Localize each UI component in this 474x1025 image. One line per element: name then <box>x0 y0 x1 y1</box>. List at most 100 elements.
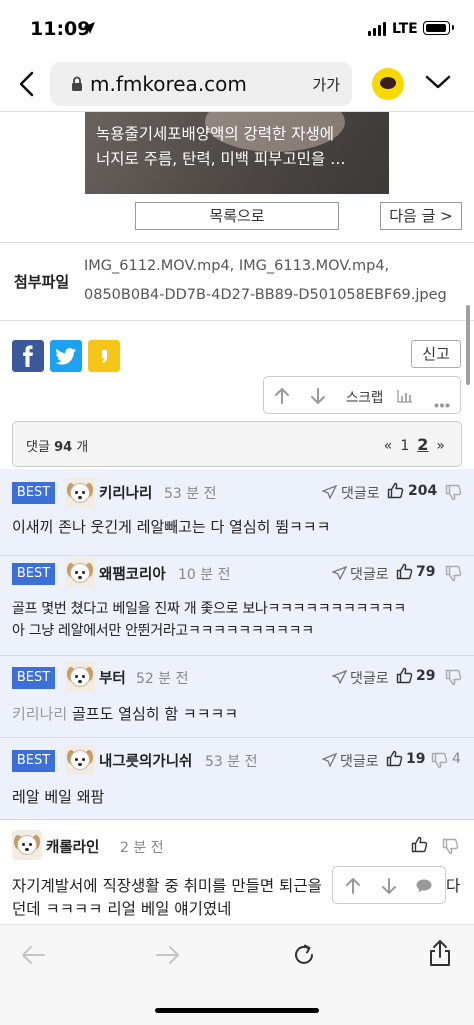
comment-text-tail: 다 <box>446 877 461 895</box>
kakao-talk-icon[interactable] <box>372 68 404 100</box>
best-comment: BEST 왜팸코리아 10 분 전 댓글로 79 골프 몇번 쳤다고 베일을 진… <box>0 556 474 656</box>
thumbs-down-icon[interactable] <box>442 838 459 859</box>
avatar[interactable] <box>65 478 95 508</box>
comment-author[interactable]: 내그릇의가니쉬 <box>99 750 192 771</box>
comment-time: 53 분 전 <box>164 486 217 502</box>
reply-button[interactable]: 댓글로 <box>340 751 379 771</box>
comment-text: 자기계발서에 직장생활 중 취미를 만들면 퇴근을 <box>12 877 322 895</box>
list-button[interactable]: 목록으로 <box>135 202 339 230</box>
report-button[interactable]: 신고 <box>411 340 461 368</box>
thumbs-up-icon[interactable] <box>411 836 428 857</box>
network-label: LTE <box>392 21 418 37</box>
attachment-files-line-1[interactable]: IMG_6112.MOV.mp4, IMG_6113.MOV.mp4, <box>84 258 389 274</box>
comment-time: 53 분 전 <box>205 754 258 770</box>
best-comment: BEST 부터 52 분 전 댓글로 29 키리나리 골프도 열심히 함 ㅋㅋㅋ… <box>0 656 474 738</box>
best-badge: BEST <box>12 667 55 689</box>
best-badge: BEST <box>12 750 55 772</box>
comments-header: 댓글 94 개 « 1 2 » <box>12 421 462 467</box>
floating-vote-widget <box>332 866 446 904</box>
facebook-share-button[interactable] <box>12 340 44 372</box>
chevron-down-icon[interactable] <box>424 72 452 96</box>
post-action-bar: 스크랩 <box>263 376 461 414</box>
avatar[interactable] <box>65 558 95 588</box>
signal-icon <box>368 22 386 36</box>
avatar[interactable] <box>65 662 95 692</box>
stats-chart-icon[interactable] <box>396 388 414 408</box>
reply-button[interactable]: 댓글로 <box>350 668 389 688</box>
comment-text-line-2: 던데 ㅋㅋㅋㅋ 리얼 베일 얘기였네 <box>12 900 232 918</box>
location-arrow-icon <box>82 20 96 39</box>
back-chevron-icon[interactable] <box>16 70 40 98</box>
comment-author[interactable]: 키리나리 <box>99 482 152 503</box>
share-icon[interactable] <box>427 939 453 971</box>
comment-author[interactable]: 캐롤라인 <box>46 836 99 857</box>
thumbs-down-icon[interactable] <box>445 565 462 586</box>
banner-text: 녹용줄기세포배양액의 강력한 자생에 너지로 주름, 탄력, 미백 피부고민을 … <box>96 122 382 172</box>
like-count: 19 <box>406 751 426 767</box>
scrollbar[interactable] <box>466 305 470 385</box>
address-bar[interactable]: m.fmkorea.com 가가 <box>50 62 352 106</box>
up-arrow-icon[interactable] <box>345 877 361 899</box>
comment-time: 10 분 전 <box>178 567 231 583</box>
reply-button[interactable]: 댓글로 <box>341 483 380 503</box>
thumbs-up-icon[interactable] <box>396 563 413 584</box>
next-post-button[interactable]: 다음 글 > <box>380 202 462 230</box>
best-badge: BEST <box>12 482 55 504</box>
pager-next[interactable]: » <box>436 438 445 454</box>
reply-arrow-icon <box>321 752 338 771</box>
pager-page-2[interactable]: 2 <box>417 435 428 454</box>
comment-time: 2 분 전 <box>120 840 164 856</box>
reply-arrow-icon <box>321 484 338 503</box>
thumbs-down-icon[interactable] <box>445 484 462 505</box>
comment-author[interactable]: 부터 <box>99 667 126 688</box>
comment-text: 레알 베일 왜팜 <box>12 788 105 806</box>
comment-text-line-2: 아 그냥 레알에서만 안뛴거라고ㅋㅋㅋㅋㅋㅋㅋㅋㅋㅋ <box>12 623 314 639</box>
pager-prev[interactable]: « <box>384 438 393 454</box>
url-text: m.fmkorea.com <box>90 72 247 96</box>
comment-count-number: 94 <box>54 440 73 455</box>
thumbs-up-icon[interactable] <box>387 482 404 503</box>
like-count: 204 <box>408 483 438 499</box>
comment-pager: « 1 2 » <box>384 435 445 454</box>
thumbs-up-icon[interactable] <box>396 667 413 688</box>
attachments-label: 첨부파일 <box>14 273 70 291</box>
thumbs-down-icon[interactable] <box>445 669 462 690</box>
down-arrow-icon[interactable] <box>381 877 397 899</box>
thumbs-up-icon[interactable] <box>386 750 403 771</box>
lock-icon <box>71 76 83 96</box>
reply-arrow-icon <box>331 565 348 584</box>
comment-body: 골프도 열심히 함 ㅋㅋㅋㅋ <box>71 705 239 723</box>
kakao-story-icon <box>102 350 107 363</box>
comment-author[interactable]: 왜팸코리아 <box>99 563 166 584</box>
forward-arrow-icon[interactable] <box>155 944 181 970</box>
twitter-share-button[interactable] <box>50 340 82 372</box>
kakao-share-button[interactable] <box>88 340 120 372</box>
attachment-files-line-2[interactable]: 0850B0B4-DD7B-4D27-BB89-D501058EBF69.jpe… <box>84 287 447 303</box>
dislike-count: 4 <box>452 751 461 767</box>
best-comment: BEST 내그릇의가니쉬 53 분 전 댓글로 19 4 레알 베일 왜팜 <box>0 738 474 820</box>
text-size-button[interactable]: 가가 <box>312 74 340 95</box>
comment-text: 이새끼 존나 웃긴게 레알빼고는 다 열심히 뜀ㅋㅋㅋ <box>12 518 331 536</box>
thumbs-down-icon[interactable] <box>431 752 448 773</box>
reload-icon[interactable] <box>291 942 317 972</box>
back-arrow-icon[interactable] <box>20 944 46 970</box>
browser-toolbar: m.fmkorea.com 가가 <box>0 56 474 112</box>
comment-count: 댓글 94 개 <box>26 440 89 455</box>
divider <box>0 320 474 321</box>
upvote-arrow-icon[interactable] <box>274 387 290 409</box>
more-dots-icon[interactable] <box>434 393 450 412</box>
avatar[interactable] <box>65 745 95 775</box>
reply-arrow-icon <box>331 669 348 688</box>
ad-banner[interactable]: 녹용줄기세포배양액의 강력한 자생에 너지로 주름, 탄력, 미백 피부고민을 … <box>85 112 389 194</box>
comment-bubble-icon[interactable] <box>415 878 433 898</box>
reply-button[interactable]: 댓글로 <box>350 564 389 584</box>
banner-line-2: 너지로 주름, 탄력, 미백 피부고민을 … <box>96 150 346 168</box>
downvote-arrow-icon[interactable] <box>310 387 326 409</box>
facebook-icon <box>23 345 33 367</box>
mention-link[interactable]: 키리나리 <box>12 705 67 723</box>
avatar[interactable] <box>12 830 42 860</box>
twitter-icon <box>55 348 76 365</box>
home-indicator <box>155 1008 319 1013</box>
pager-page-1[interactable]: 1 <box>400 438 409 454</box>
scrap-button[interactable]: 스크랩 <box>346 386 383 406</box>
